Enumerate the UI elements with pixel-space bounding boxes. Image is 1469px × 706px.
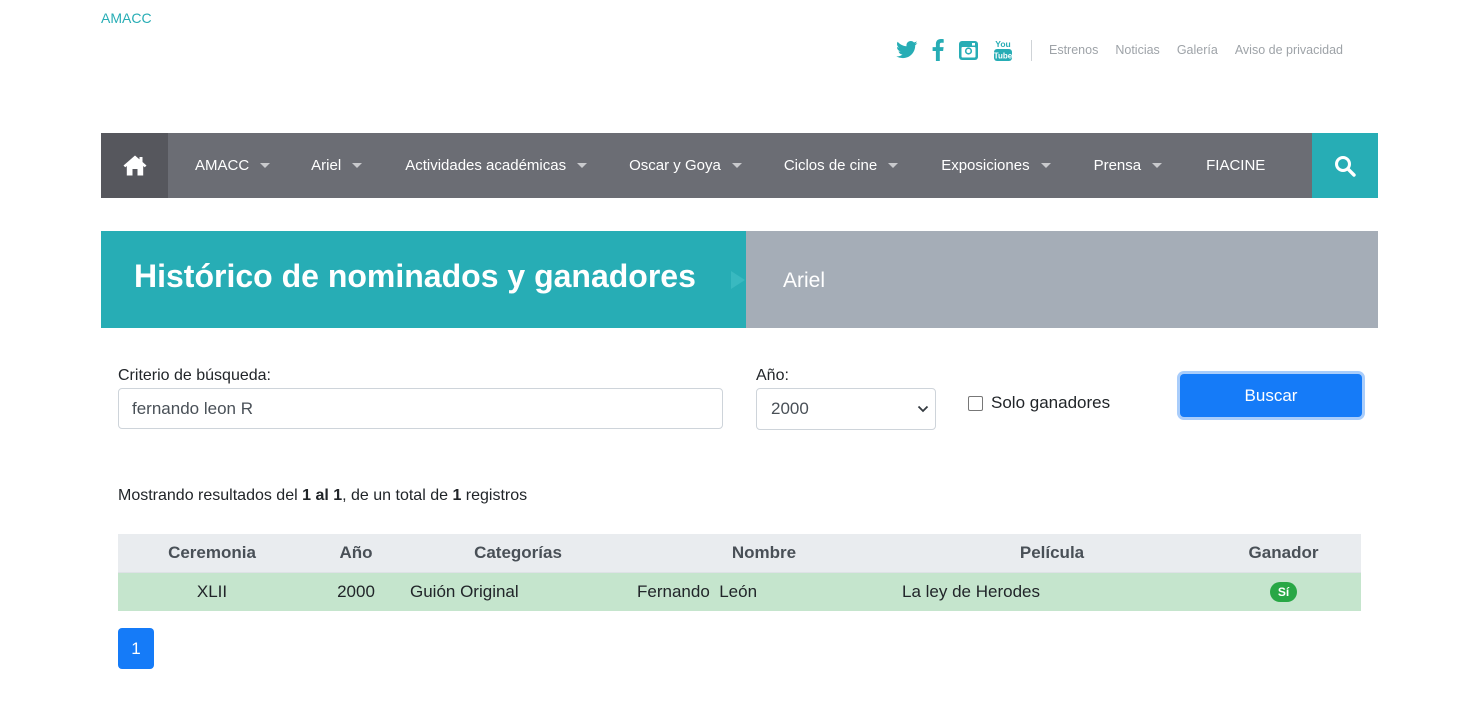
nav-item-label: Ariel — [311, 157, 342, 174]
year-label: Año: — [756, 367, 789, 384]
search-button[interactable] — [1312, 133, 1378, 198]
year-select[interactable]: 2000 — [756, 388, 936, 430]
results-middle: , de un total de — [342, 487, 453, 504]
nav-item-exposiciones[interactable]: Exposiciones — [941, 157, 1051, 174]
banner-title-block: Histórico de nominados y ganadores — [101, 231, 746, 328]
cell-ganador: Sí — [1206, 573, 1361, 611]
header-anio: Año — [339, 543, 373, 562]
youtube-text-you: You — [995, 39, 1010, 49]
caret-down-icon — [1040, 163, 1051, 168]
nav-item-ariel[interactable]: Ariel — [311, 157, 363, 174]
header-ceremonia: Ceremonia — [168, 543, 256, 562]
chevron-down-icon — [917, 405, 929, 413]
criteria-label: Criterio de búsqueda: — [118, 367, 271, 384]
search-icon — [1335, 155, 1356, 177]
site-logo[interactable]: AMACC — [101, 10, 152, 26]
instagram-icon[interactable] — [958, 40, 979, 61]
nav-item-oscar-y-goya[interactable]: Oscar y Goya — [629, 157, 742, 174]
table-header: Ceremonia Año Categorías Nombre Película… — [118, 534, 1361, 573]
pagination-page-1[interactable]: 1 — [118, 628, 154, 669]
results-range: 1 al 1 — [302, 487, 343, 504]
header-nombre: Nombre — [731, 543, 797, 562]
youtube-text-tube: Tube — [994, 52, 1013, 61]
caret-down-icon — [731, 163, 742, 168]
cell-nombre: Fernando León — [637, 582, 758, 601]
nav-item-label: AMACC — [195, 157, 250, 174]
twitter-icon[interactable] — [896, 41, 918, 59]
caret-down-icon — [577, 163, 588, 168]
nav-item-prensa[interactable]: Prensa — [1094, 157, 1163, 174]
cell-ceremonia: XLII — [196, 582, 228, 601]
search-submit-button[interactable]: Buscar — [1180, 374, 1362, 417]
header-divider — [1031, 39, 1032, 61]
cell-categoria: Guión Original — [410, 582, 519, 601]
header-pelicula: Película — [1019, 543, 1085, 562]
results-suffix: registros — [461, 487, 528, 504]
home-icon — [123, 155, 146, 176]
top-links: Estrenos Noticias Galería Aviso de priva… — [1049, 43, 1343, 57]
caret-down-icon — [888, 163, 899, 168]
link-noticias[interactable]: Noticias — [1115, 43, 1159, 57]
facebook-icon[interactable] — [932, 39, 944, 61]
link-aviso-privacidad[interactable]: Aviso de privacidad — [1235, 43, 1343, 57]
nav-item-label: Ciclos de cine — [783, 157, 878, 174]
nav-item-ciclos-de-cine[interactable]: Ciclos de cine — [783, 157, 899, 174]
nav-item-label: Prensa — [1093, 157, 1142, 174]
header-ganador: Ganador — [1248, 543, 1319, 562]
page-banner: Histórico de nominados y ganadores Ariel — [101, 231, 1378, 328]
results-summary: Mostrando resultados del 1 al 1, de un t… — [118, 487, 527, 505]
table-row: XLII 2000 Guión Original Fernando León L… — [118, 573, 1361, 611]
page-title: Histórico de nominados y ganadores — [134, 258, 696, 294]
nav-items: AMACC Ariel Actividades académicas Oscar… — [168, 133, 1312, 198]
nav-item-label: Actividades académicas — [405, 157, 567, 174]
caret-down-icon — [352, 163, 363, 168]
social-bar: You Tube Estrenos Noticias Galería Aviso… — [896, 37, 1343, 63]
caret-down-icon — [1152, 163, 1163, 168]
winners-only-checkbox[interactable] — [968, 395, 983, 411]
main-navbar: AMACC Ariel Actividades académicas Oscar… — [101, 133, 1378, 198]
nav-item-fiacine[interactable]: FIACINE — [1206, 157, 1265, 174]
header-categorias: Categorías — [474, 543, 562, 562]
nav-item-label: Oscar y Goya — [629, 157, 721, 174]
nav-item-label: FIACINE — [1206, 157, 1266, 174]
results-table: Ceremonia Año Categorías Nombre Película… — [118, 534, 1361, 611]
link-galeria[interactable]: Galería — [1177, 43, 1218, 57]
winner-badge: Sí — [1269, 582, 1298, 602]
winners-only-label: Solo ganadores — [991, 393, 1111, 412]
winners-only-control: Solo ganadores — [968, 393, 1110, 413]
cell-anio: 2000 — [337, 582, 375, 601]
page-subtitle: Ariel — [783, 269, 826, 292]
nav-item-actividades-academicas[interactable]: Actividades académicas — [405, 157, 588, 174]
criteria-input[interactable] — [118, 388, 723, 429]
results-prefix: Mostrando resultados del — [118, 487, 303, 504]
nav-item-label: Exposiciones — [941, 157, 1030, 174]
cell-pelicula: La ley de Herodes — [902, 582, 1040, 601]
home-button[interactable] — [101, 133, 168, 198]
year-select-value: 2000 — [771, 399, 809, 418]
nav-item-amacc[interactable]: AMACC — [195, 157, 271, 174]
link-estrenos[interactable]: Estrenos — [1049, 43, 1098, 57]
youtube-icon[interactable]: You Tube — [993, 38, 1013, 62]
caret-down-icon — [260, 163, 271, 168]
banner-arrow — [731, 271, 745, 289]
